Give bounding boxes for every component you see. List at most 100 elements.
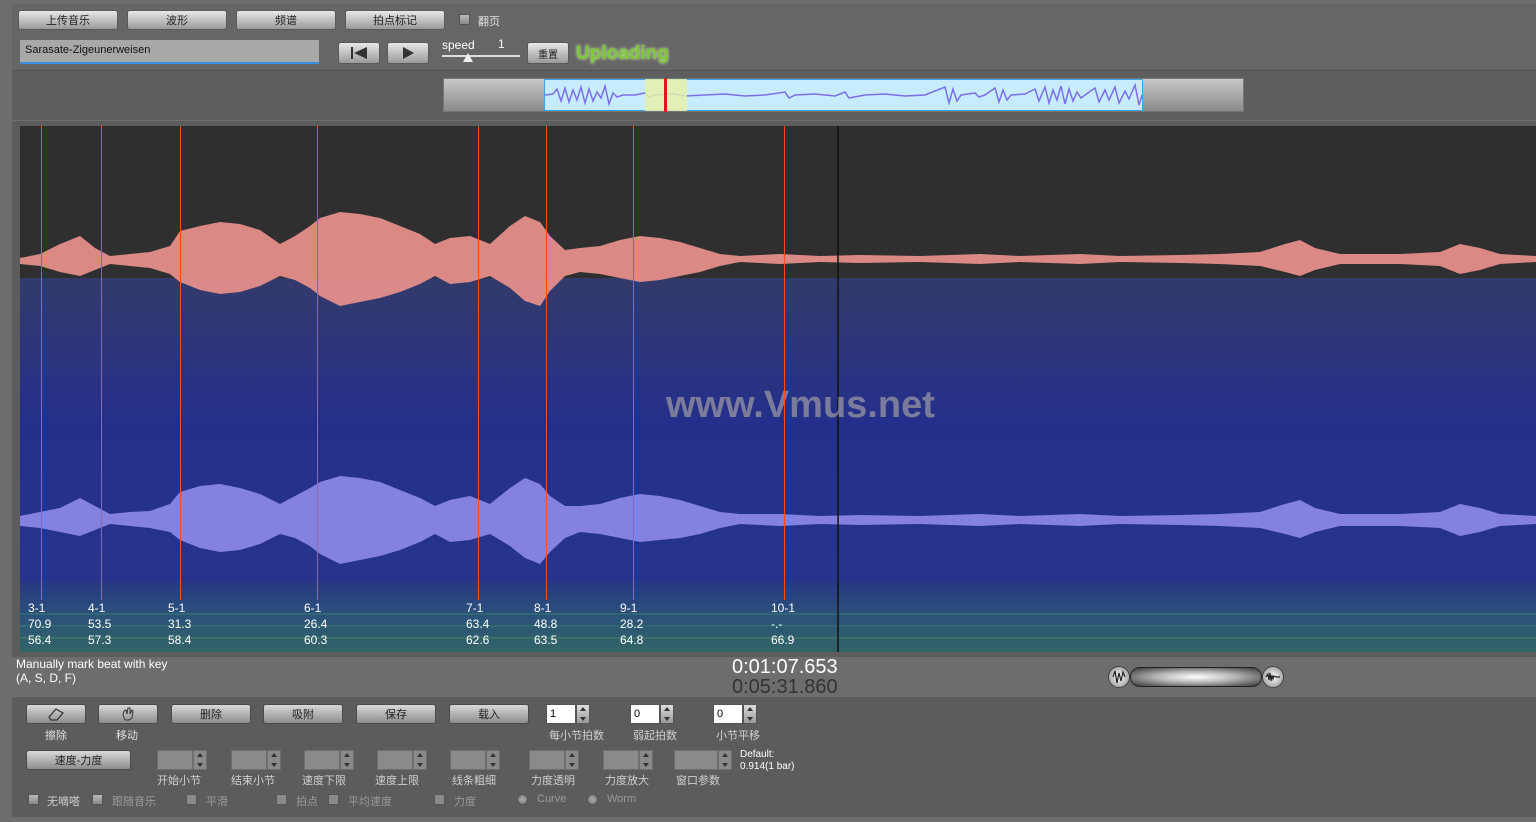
beat-tempo: 64.8 <box>620 633 644 647</box>
pickup-label: 弱起拍数 <box>633 730 677 742</box>
dynamics-checkbox[interactable] <box>434 794 445 805</box>
beat-tempo: 57.3 <box>88 633 112 647</box>
bar-shift-arrows[interactable] <box>743 704 757 724</box>
beat-line[interactable] <box>478 126 479 600</box>
beat-label: 6-1 26.4 60.3 <box>304 600 327 648</box>
beats-per-bar-stepper[interactable]: 1 <box>546 704 590 724</box>
beat-point-label: 拍点 <box>296 796 318 808</box>
curve-label: Curve <box>537 793 567 805</box>
beat-value: -.- <box>771 617 783 631</box>
zoom-control[interactable] <box>1108 666 1284 688</box>
start-bar-label: 开始小节 <box>157 775 201 787</box>
beat-bar: 5-1 <box>168 601 186 615</box>
beat-bar: 7-1 <box>466 601 484 615</box>
start-bar-stepper[interactable] <box>157 750 207 770</box>
speed-value: 1 <box>498 37 505 51</box>
worm-label: Worm <box>607 793 637 805</box>
beat-tempo: 62.6 <box>466 633 490 647</box>
zoom-slider[interactable] <box>1130 667 1262 687</box>
end-bar-stepper[interactable] <box>231 750 281 770</box>
speed-slider-thumb[interactable] <box>463 53 473 62</box>
skip-start-icon <box>351 47 367 59</box>
save-button[interactable]: 保存 <box>356 704 436 724</box>
upload-music-button[interactable]: 上传音乐 <box>18 10 118 30</box>
spectrum-button[interactable]: 频谱 <box>236 10 336 30</box>
beats-per-bar-value[interactable]: 1 <box>546 704 576 724</box>
window-param-stepper[interactable] <box>674 750 732 770</box>
beat-line[interactable] <box>101 126 102 600</box>
move-label: 移动 <box>116 730 138 742</box>
beat-line[interactable] <box>546 126 547 600</box>
end-bar-label: 结束小节 <box>231 775 275 787</box>
no-tick-checkbox[interactable] <box>28 794 39 805</box>
speed-slider-track[interactable] <box>442 55 520 57</box>
bar-shift-label: 小节平移 <box>716 730 760 742</box>
avg-tempo-label: 平均速度 <box>348 796 392 808</box>
speed-label: speed <box>442 38 475 52</box>
beat-line[interactable] <box>180 126 181 600</box>
curve-radio[interactable] <box>517 794 528 805</box>
beat-line[interactable] <box>41 126 42 600</box>
beats-per-bar-arrows[interactable] <box>576 704 590 724</box>
beat-tempo: 63.5 <box>534 633 558 647</box>
erase-button[interactable] <box>26 704 86 724</box>
dyn-transparent-label: 力度透明 <box>531 775 575 787</box>
beat-bar: 4-1 <box>88 601 106 615</box>
upload-status: Uploading <box>576 43 669 64</box>
follow-music-checkbox[interactable] <box>92 794 103 805</box>
beat-bar: 3-1 <box>28 601 46 615</box>
smooth-label: 平滑 <box>206 796 228 808</box>
bar-shift-value[interactable]: 0 <box>713 704 743 724</box>
dyn-zoom-label: 力度放大 <box>605 775 649 787</box>
pickup-value[interactable]: 0 <box>630 704 660 724</box>
beat-tempo: 56.4 <box>28 633 52 647</box>
beat-label: 7-1 63.4 62.6 <box>466 600 489 648</box>
dyn-zoom-stepper[interactable] <box>603 750 653 770</box>
waveform-button[interactable]: 波形 <box>127 10 227 30</box>
play-icon <box>403 47 414 59</box>
pickup-stepper[interactable]: 0 <box>630 704 674 724</box>
move-button[interactable] <box>98 704 158 724</box>
beat-bar: 10-1 <box>771 601 796 615</box>
bar-shift-stepper[interactable]: 0 <box>713 704 757 724</box>
overview-playhead[interactable] <box>664 78 667 112</box>
snap-button[interactable]: 吸附 <box>263 704 343 724</box>
delete-button[interactable]: 删除 <box>171 704 251 724</box>
beat-point-checkbox[interactable] <box>276 794 287 805</box>
beat-value: 48.8 <box>534 617 558 631</box>
beat-mark-button[interactable]: 拍点标记 <box>345 10 445 30</box>
track-title-field[interactable]: Sarasate-Zigeunerweisen <box>20 40 319 64</box>
beat-label: 4-1 53.5 57.3 <box>88 600 111 648</box>
pickup-arrows[interactable] <box>660 704 674 724</box>
page-turn-checkbox[interactable] <box>459 14 470 25</box>
beat-line[interactable] <box>633 126 634 600</box>
line-width-stepper[interactable] <box>450 750 500 770</box>
window-param-label: 窗口参数 <box>676 775 720 787</box>
skip-to-start-button[interactable] <box>338 42 380 64</box>
beat-line[interactable] <box>317 126 318 600</box>
track-title-text: Sarasate-Zigeunerweisen <box>25 44 151 56</box>
zoom-in-icon[interactable] <box>1262 666 1284 688</box>
hint-line1: Manually mark beat with key <box>16 657 168 671</box>
beat-value: 70.9 <box>28 617 52 631</box>
avg-tempo-checkbox[interactable] <box>328 794 339 805</box>
beat-tempo: 66.9 <box>771 633 795 647</box>
play-button[interactable] <box>387 42 429 64</box>
tempo-dynamics-button[interactable]: 速度-力度 <box>26 750 131 770</box>
beat-bar: 9-1 <box>620 601 638 615</box>
tempo-min-stepper[interactable] <box>304 750 354 770</box>
load-button[interactable]: 载入 <box>449 704 529 724</box>
beat-bar: 6-1 <box>304 601 322 615</box>
line-width-label: 线条粗细 <box>452 775 496 787</box>
beat-value: 31.3 <box>168 617 192 631</box>
default-value: 0.914(1 bar) <box>740 761 795 772</box>
tempo-max-stepper[interactable] <box>377 750 427 770</box>
worm-radio[interactable] <box>587 794 598 805</box>
reset-speed-button[interactable]: 重置 <box>527 42 569 64</box>
beat-line[interactable] <box>784 126 785 600</box>
overview-visible-window[interactable] <box>544 79 1143 111</box>
zoom-out-icon[interactable] <box>1108 666 1130 688</box>
watermark: www.Vmus.net <box>666 384 935 426</box>
smooth-checkbox[interactable] <box>186 794 197 805</box>
dyn-transparent-stepper[interactable] <box>529 750 579 770</box>
